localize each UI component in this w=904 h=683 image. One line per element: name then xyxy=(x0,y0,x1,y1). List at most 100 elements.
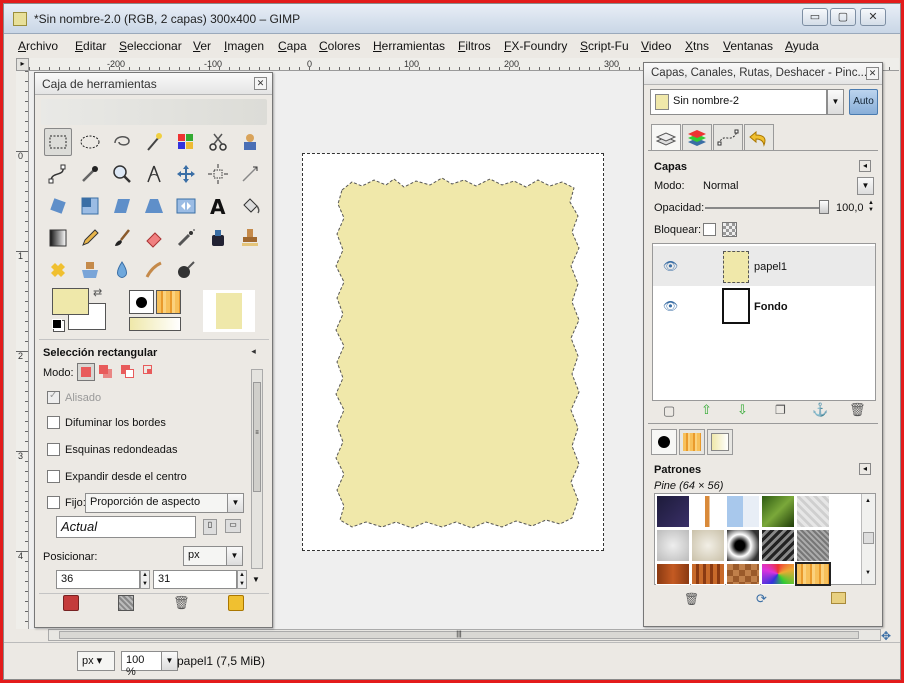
foreground-color-swatch[interactable] xyxy=(52,288,89,315)
visibility-eye-icon[interactable]: 👁 xyxy=(663,259,678,273)
opacity-spinner[interactable]: ▲ ▼ xyxy=(868,200,874,214)
maximize-button[interactable]: ▢ xyxy=(830,8,856,26)
pattern-swatch[interactable] xyxy=(656,529,690,562)
smudge-icon[interactable] xyxy=(140,256,168,284)
aspect-current-input[interactable]: Actual xyxy=(56,516,196,538)
lower-layer-icon[interactable]: ⇩ xyxy=(737,402,748,418)
toolbox-close-icon[interactable]: ✕ xyxy=(254,77,267,90)
expand-center-checkbox[interactable] xyxy=(47,470,60,483)
fixed-mode-select[interactable]: Proporción de aspecto xyxy=(85,493,228,513)
delete-layer-icon[interactable]: 🗑 xyxy=(849,402,866,418)
pattern-swatch[interactable] xyxy=(691,563,725,585)
position-y-spinner[interactable]: ▲ ▼ xyxy=(237,570,247,589)
pattern-preview[interactable] xyxy=(156,290,181,314)
color-select-icon[interactable] xyxy=(172,128,200,156)
shear-icon[interactable] xyxy=(108,192,136,220)
position-unit-select[interactable]: px xyxy=(183,546,227,566)
menu-ventanas[interactable]: Ventanas xyxy=(723,39,773,53)
tab-paths[interactable] xyxy=(713,124,743,150)
tab-channels[interactable] xyxy=(682,124,712,150)
mode-add-icon[interactable] xyxy=(99,365,113,379)
menu-xtns[interactable]: Xtns xyxy=(685,39,709,53)
opacity-slider-track[interactable] xyxy=(705,207,822,209)
menu-video[interactable]: Video xyxy=(641,39,671,53)
tool-options-scrollbar[interactable]: ≡ xyxy=(251,369,263,569)
pattern-swatch[interactable] xyxy=(796,495,830,528)
layers-list[interactable]: 👁 papel1 👁 Fondo xyxy=(652,243,876,401)
perspective-icon[interactable] xyxy=(140,192,168,220)
horizontal-scrollbar[interactable]: ||| xyxy=(48,629,881,641)
menu-herramientas[interactable]: Herramientas xyxy=(373,39,445,53)
menu-script-fu[interactable]: Script-Fu xyxy=(580,39,629,53)
raise-layer-icon[interactable]: ⇧ xyxy=(701,402,712,418)
clone-icon[interactable] xyxy=(236,224,264,252)
tab-gradients[interactable] xyxy=(707,429,733,455)
mode-intersect-icon[interactable] xyxy=(143,365,157,379)
eraser-icon[interactable] xyxy=(140,224,168,252)
layer-mode-dropdown-icon[interactable]: ▼ xyxy=(857,177,874,195)
patterns-menu-icon[interactable]: ◂ xyxy=(859,463,871,475)
ink-icon[interactable] xyxy=(204,224,232,252)
menu-colores[interactable]: Colores xyxy=(319,39,360,53)
layer-mode-value[interactable]: Normal xyxy=(703,180,738,192)
unit-selector[interactable]: px ▾ xyxy=(77,651,115,671)
opacity-slider-handle[interactable] xyxy=(819,200,829,214)
patterns-grid[interactable]: ▲ ▼ xyxy=(654,493,876,586)
ruler-corner[interactable]: ▸ xyxy=(16,58,29,71)
close-button[interactable]: ✕ xyxy=(860,8,886,26)
auto-button[interactable]: Auto xyxy=(849,89,878,115)
duplicate-layer-icon[interactable]: ❐ xyxy=(775,403,786,417)
layers-dock-close-icon[interactable]: ✕ xyxy=(866,67,879,80)
blend-icon[interactable] xyxy=(44,224,72,252)
delete-pattern-icon[interactable]: 🗑 xyxy=(684,592,699,606)
measure-icon[interactable] xyxy=(140,160,168,188)
airbrush-icon[interactable] xyxy=(172,224,200,252)
align-icon[interactable] xyxy=(204,160,232,188)
dodge-burn-icon[interactable] xyxy=(172,256,200,284)
pattern-swatch[interactable] xyxy=(726,563,760,585)
flip-icon[interactable] xyxy=(172,192,200,220)
menu-capa[interactable]: Capa xyxy=(278,39,307,53)
menu-editar[interactable]: Editar xyxy=(75,39,106,53)
blur-icon[interactable] xyxy=(108,256,136,284)
image-menu[interactable]: Sin nombre-2 xyxy=(650,89,827,115)
menu-filtros[interactable]: Filtros xyxy=(458,39,491,53)
position-x-input[interactable]: 36 xyxy=(56,570,140,589)
position-x-spinner[interactable]: ▲ ▼ xyxy=(140,570,150,589)
patterns-scrollbar[interactable]: ▲ ▼ xyxy=(861,494,875,584)
zoom-dropdown-icon[interactable]: ▼ xyxy=(161,651,178,671)
zoom-input[interactable]: 100 % xyxy=(121,651,162,678)
refresh-patterns-icon[interactable]: ⟳ xyxy=(756,591,767,607)
ellipse-select-icon[interactable] xyxy=(76,128,104,156)
pattern-swatch[interactable] xyxy=(796,529,830,562)
vertical-ruler[interactable]: 0 1 2 3 4 xyxy=(16,71,29,629)
position-y-input[interactable]: 31 xyxy=(153,570,237,589)
layer-name[interactable]: papel1 xyxy=(754,261,787,273)
fixed-checkbox[interactable] xyxy=(47,496,60,509)
layer-row[interactable]: 👁 papel1 xyxy=(653,246,875,286)
reset-options-icon[interactable] xyxy=(228,595,244,611)
mode-replace-icon[interactable] xyxy=(77,363,95,381)
lasso-icon[interactable] xyxy=(108,128,136,156)
pattern-swatch[interactable] xyxy=(691,495,725,528)
color-picker-icon[interactable] xyxy=(76,160,104,188)
brush-preview[interactable] xyxy=(129,290,154,314)
scroll-down-icon[interactable]: ▼ xyxy=(865,570,871,576)
swap-colors-icon[interactable]: ⇄ xyxy=(93,286,102,299)
pattern-swatch[interactable] xyxy=(656,563,690,585)
anchor-layer-icon[interactable]: ⚓ xyxy=(812,402,828,418)
pattern-swatch[interactable] xyxy=(761,563,795,585)
antialias-checkbox[interactable]: ✓ xyxy=(47,390,60,404)
opacity-value[interactable]: 100,0 xyxy=(836,202,864,214)
mode-subtract-icon[interactable] xyxy=(121,365,135,379)
scroll-up-icon[interactable]: ▲ xyxy=(865,498,871,504)
rounded-corners-checkbox[interactable] xyxy=(47,443,60,456)
pattern-swatch[interactable] xyxy=(656,495,690,528)
scroll-down-icon[interactable]: ▼ xyxy=(252,575,260,584)
tab-patterns[interactable] xyxy=(679,429,705,455)
gradient-preview[interactable] xyxy=(129,317,181,331)
open-patterns-folder-icon[interactable] xyxy=(831,592,846,604)
heal-icon[interactable] xyxy=(44,256,72,284)
move-icon[interactable] xyxy=(172,160,200,188)
scroll-thumb[interactable] xyxy=(863,532,874,544)
